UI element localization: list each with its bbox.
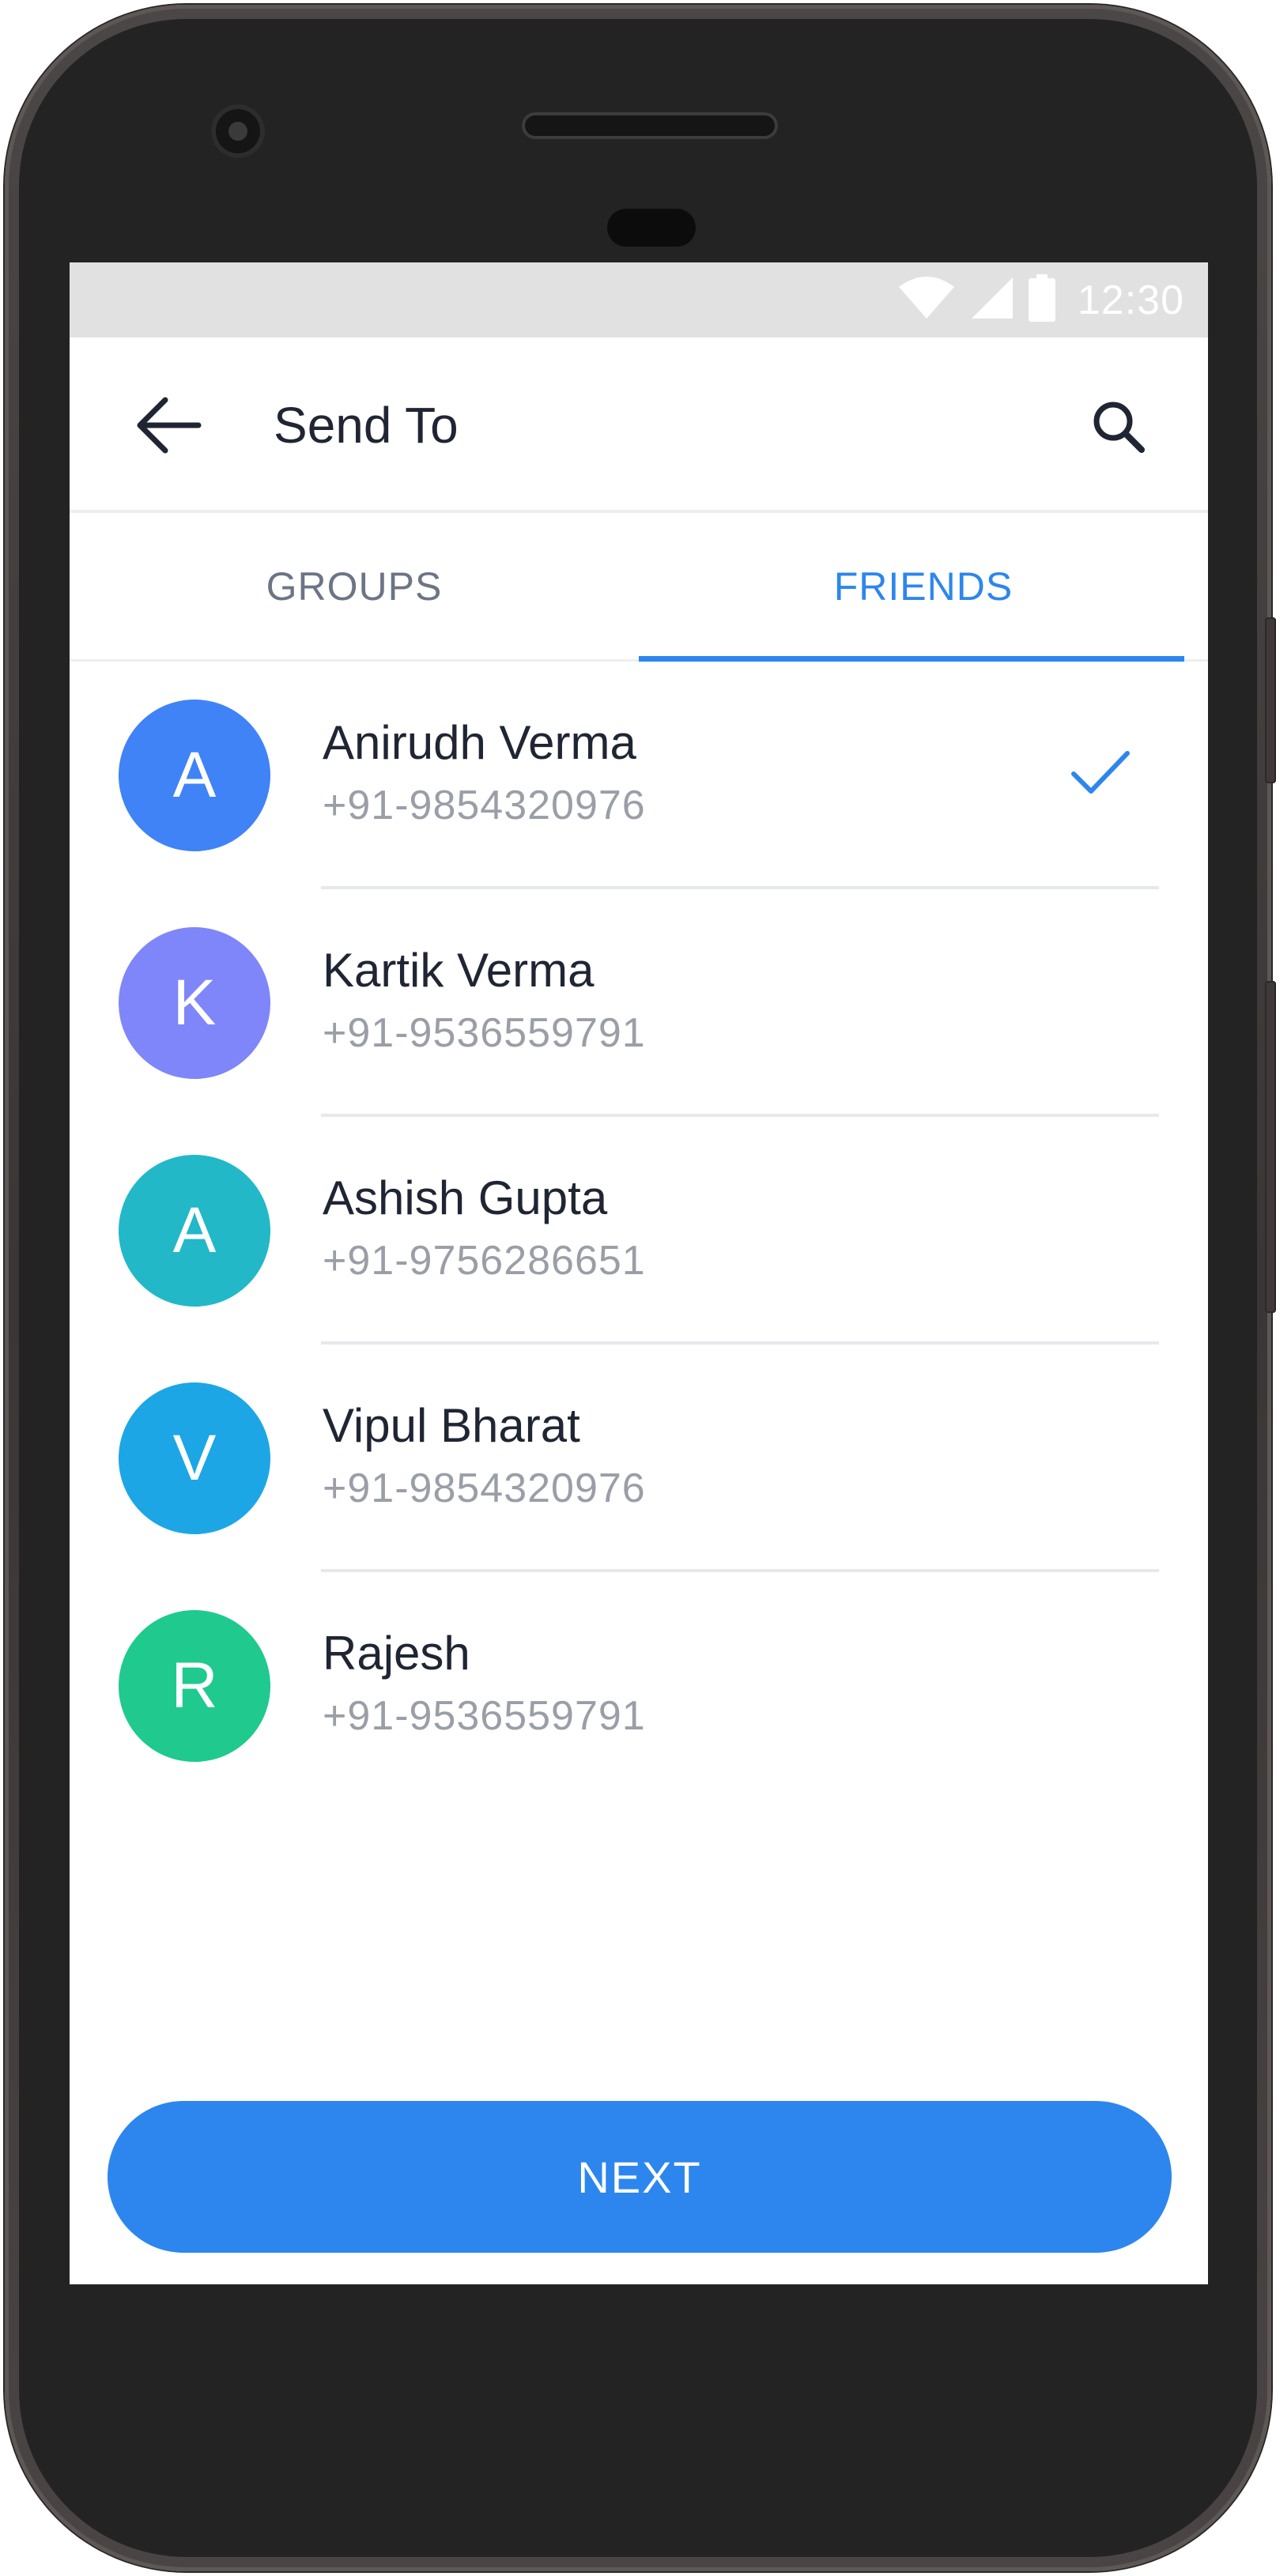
status-time: 12:30 [1077, 277, 1184, 323]
tab-friends[interactable]: FRIENDS [639, 513, 1208, 662]
power-button [1265, 617, 1276, 783]
contact-list: A Anirudh Verma +91-9854320976 K Kartik … [70, 662, 1208, 1800]
signal-icon [970, 276, 1014, 324]
avatar: R [119, 1610, 270, 1762]
contact-name: Ashish Gupta [323, 1171, 608, 1224]
avatar: K [119, 927, 270, 1079]
contact-phone: +91-9536559791 [323, 1693, 646, 1739]
phone-frame: 12:30 Send To GROUPS FRIENDS A Anirudh V… [5, 5, 1276, 2571]
contact-phone: +91-9756286651 [323, 1238, 646, 1284]
list-item[interactable]: R Rajesh +91-9536559791 [70, 1572, 1208, 1800]
list-item[interactable]: A Anirudh Verma +91-9854320976 [70, 662, 1208, 889]
contact-name: Anirudh Verma [323, 716, 636, 769]
contact-phone: +91-9854320976 [323, 783, 646, 828]
search-button[interactable] [1083, 391, 1154, 462]
list-item[interactable]: A Ashish Gupta +91-9756286651 [70, 1117, 1208, 1345]
check-icon [1071, 751, 1130, 794]
status-icons: 12:30 [897, 262, 1184, 338]
battery-icon [1028, 274, 1055, 326]
search-icon [1093, 402, 1145, 453]
next-button[interactable]: NEXT [108, 2101, 1172, 2253]
contact-name: Vipul Bharat [323, 1399, 580, 1452]
back-button[interactable] [131, 389, 204, 462]
proximity-sensor [607, 209, 696, 247]
arrow-left-icon [137, 397, 202, 454]
earpiece-speaker [522, 112, 778, 139]
list-item[interactable]: K Kartik Verma +91-9536559791 [70, 889, 1208, 1117]
contact-phone: +91-9854320976 [323, 1465, 646, 1511]
avatar: V [119, 1382, 270, 1534]
app-bar: Send To [70, 338, 1208, 513]
front-camera [211, 104, 265, 158]
list-item[interactable]: V Vipul Bharat +91-9854320976 [70, 1345, 1208, 1572]
volume-button [1265, 981, 1276, 1313]
page-title: Send To [274, 397, 459, 454]
contact-phone: +91-9536559791 [323, 1010, 646, 1056]
tab-bar: GROUPS FRIENDS [70, 513, 1208, 662]
contact-name: Kartik Verma [323, 944, 595, 997]
wifi-icon [897, 276, 956, 324]
tab-groups[interactable]: GROUPS [70, 513, 639, 659]
contact-name: Rajesh [323, 1627, 470, 1680]
avatar: A [119, 700, 270, 851]
screen: 12:30 Send To GROUPS FRIENDS A Anirudh V… [70, 262, 1208, 2284]
avatar: A [119, 1155, 270, 1307]
status-bar: 12:30 [70, 262, 1208, 338]
